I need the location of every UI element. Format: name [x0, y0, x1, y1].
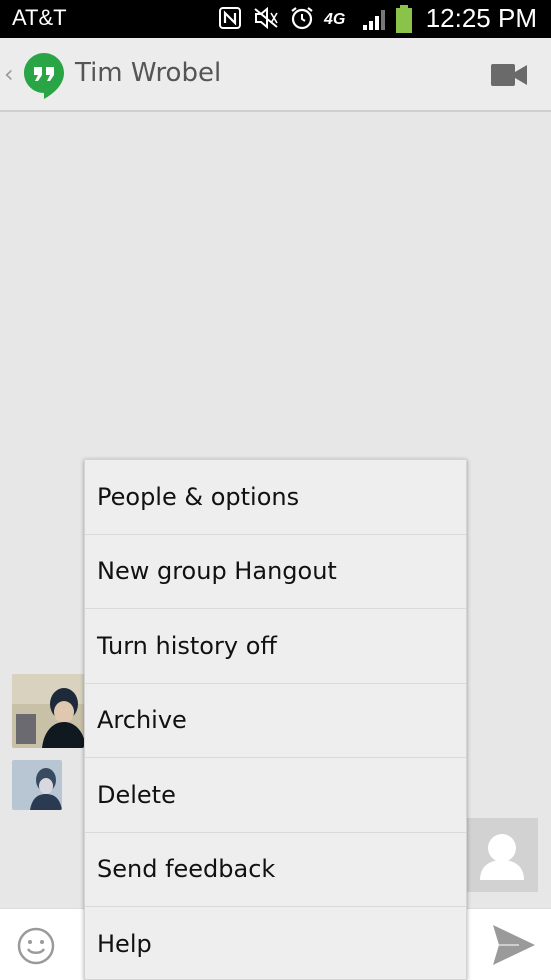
contact-avatar[interactable]: [12, 674, 84, 748]
overflow-menu: People & options New group Hangout Turn …: [84, 459, 467, 980]
clock: 12:25 PM: [425, 3, 537, 33]
battery-icon: [396, 5, 412, 33]
nfc-icon: [219, 7, 241, 29]
contact-avatar-small[interactable]: [12, 760, 62, 810]
menu-item-turn-history-off[interactable]: Turn history off: [85, 609, 466, 684]
up-chevron-icon[interactable]: ‹: [4, 60, 14, 88]
send-icon[interactable]: [491, 923, 537, 967]
emoji-icon[interactable]: [16, 926, 56, 966]
menu-item-new-group-hangout[interactable]: New group Hangout: [85, 535, 466, 609]
conversation-title[interactable]: Tim Wrobel: [75, 58, 221, 88]
carrier-label: AT&T: [12, 5, 67, 30]
status-bar: AT&T 4G 12:25 PM: [0, 0, 551, 38]
alarm-icon: [291, 7, 313, 30]
menu-item-send-feedback[interactable]: Send feedback: [85, 833, 466, 907]
hangouts-logo-icon[interactable]: [22, 51, 66, 99]
self-avatar[interactable]: [466, 818, 538, 892]
menu-item-help[interactable]: Help: [85, 907, 466, 980]
4g-lte-icon: 4G: [324, 11, 346, 28]
video-call-icon[interactable]: [489, 60, 529, 90]
action-bar: ‹ Tim Wrobel: [0, 38, 551, 112]
menu-item-delete[interactable]: Delete: [85, 758, 466, 833]
menu-item-archive[interactable]: Archive: [85, 684, 466, 758]
menu-item-people-options[interactable]: People & options: [85, 460, 466, 535]
mute-icon: [254, 6, 278, 30]
signal-icon: [363, 10, 385, 30]
